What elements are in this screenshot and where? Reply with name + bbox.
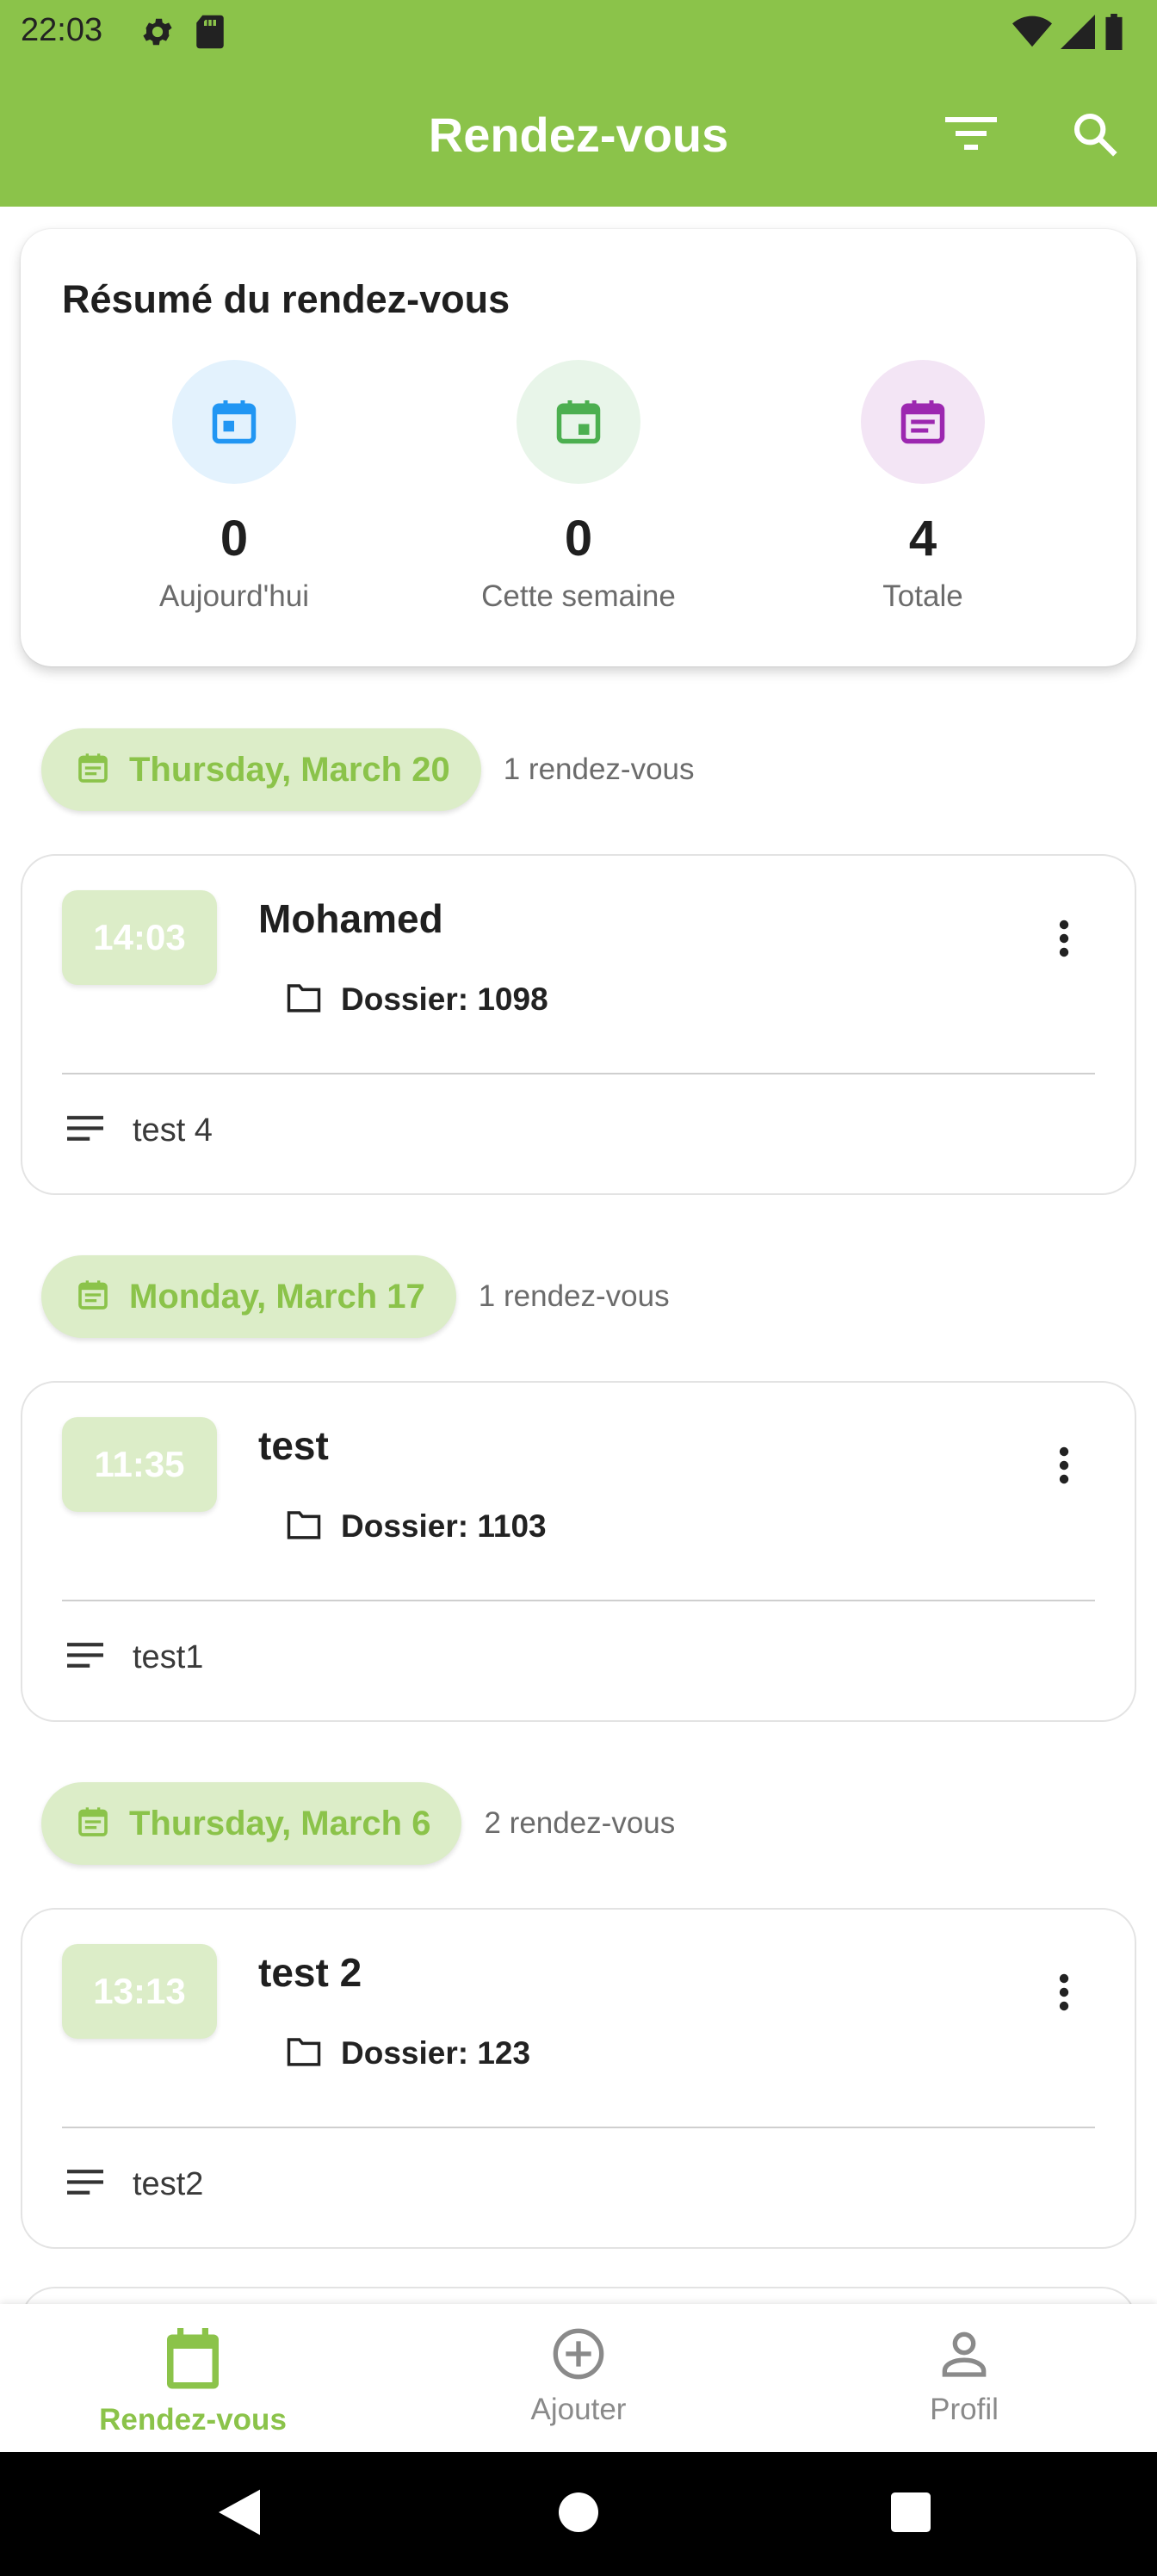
folder-icon bbox=[286, 982, 322, 1018]
date-header: Monday, March 17 1 rendez-vous bbox=[41, 1255, 670, 1338]
home-button[interactable] bbox=[546, 2481, 611, 2547]
system-navigation-bar bbox=[0, 2452, 1157, 2576]
summary-card: Résumé du rendez-vous 0 Aujourd'hui 0 Ce… bbox=[21, 229, 1136, 666]
battery-icon bbox=[1104, 14, 1124, 54]
add-circle-icon bbox=[551, 2326, 606, 2386]
dossier-row: Dossier: 1098 bbox=[286, 981, 548, 1018]
back-triangle-icon bbox=[219, 2489, 260, 2540]
recents-square-icon bbox=[891, 2492, 931, 2536]
person-icon bbox=[937, 2326, 992, 2386]
search-button[interactable] bbox=[1061, 102, 1129, 170]
patient-name: test bbox=[258, 1423, 329, 1468]
patient-name: Mohamed bbox=[258, 896, 443, 941]
more-options-button[interactable] bbox=[1047, 1960, 1081, 2028]
sd-card-icon bbox=[195, 14, 226, 54]
note-row: test 4 bbox=[67, 1112, 213, 1149]
more-vert-icon bbox=[1059, 920, 1069, 962]
status-time: 22:03 bbox=[21, 12, 103, 48]
patient-name: test 2 bbox=[258, 1950, 362, 1995]
stat-week-value: 0 bbox=[564, 511, 593, 567]
wifi-icon bbox=[1012, 15, 1052, 53]
time-badge: 14:03 bbox=[62, 890, 217, 985]
dossier-number: Dossier: 1098 bbox=[341, 981, 548, 1017]
appointment-count: 1 rendez-vous bbox=[478, 1279, 670, 1313]
date-chip: Monday, March 17 bbox=[41, 1255, 456, 1338]
appointment-card[interactable]: 11:35 test Dossier: 1103 test1 bbox=[21, 1381, 1136, 1722]
notes-icon bbox=[67, 2170, 103, 2200]
date-chip: Thursday, March 20 bbox=[41, 728, 481, 811]
back-button[interactable] bbox=[207, 2481, 272, 2547]
note-text: test1 bbox=[133, 1639, 204, 1675]
divider bbox=[62, 1600, 1095, 1601]
dossier-number: Dossier: 1103 bbox=[341, 1508, 547, 1544]
note-row: test2 bbox=[67, 2166, 203, 2203]
appointment-count: 2 rendez-vous bbox=[484, 1806, 676, 1840]
appointment-card[interactable]: 14:03 Mohamed Dossier: 1098 test 4 bbox=[21, 854, 1136, 1195]
calendar-total-icon bbox=[861, 360, 985, 484]
calendar-today-icon bbox=[172, 360, 296, 484]
event-note-icon bbox=[76, 1278, 110, 1316]
more-options-button[interactable] bbox=[1047, 1433, 1081, 1502]
dossier-row: Dossier: 123 bbox=[286, 2035, 530, 2071]
calendar-week-icon bbox=[517, 360, 640, 484]
event-note-icon bbox=[76, 751, 110, 790]
stat-today-label: Aujourd'hui bbox=[158, 579, 310, 613]
home-circle-icon bbox=[559, 2492, 598, 2536]
divider bbox=[62, 2127, 1095, 2128]
more-options-button[interactable] bbox=[1047, 906, 1081, 975]
nav-item-ajouter[interactable]: Ajouter bbox=[386, 2304, 771, 2452]
time-badge: 11:35 bbox=[62, 1417, 217, 1512]
nav-label: Profil bbox=[930, 2393, 999, 2426]
event-note-icon bbox=[76, 1805, 110, 1843]
date-label: Monday, March 17 bbox=[129, 1277, 425, 1316]
filter-icon bbox=[945, 115, 997, 158]
stat-total: 4 Totale bbox=[751, 360, 1095, 614]
folder-icon bbox=[286, 2036, 322, 2071]
date-label: Thursday, March 20 bbox=[129, 750, 450, 789]
signal-icon bbox=[1061, 15, 1095, 53]
appointment-count: 1 rendez-vous bbox=[503, 752, 695, 786]
appointment-card[interactable]: 13:13 test 2 Dossier: 123 test2 bbox=[21, 1908, 1136, 2249]
more-vert-icon bbox=[1059, 1973, 1069, 2016]
note-text: test2 bbox=[133, 2166, 204, 2202]
stat-today-value: 0 bbox=[220, 511, 249, 567]
stat-total-value: 4 bbox=[908, 511, 937, 567]
stat-week: 0 Cette semaine bbox=[406, 360, 751, 614]
date-header: Thursday, March 20 1 rendez-vous bbox=[41, 728, 695, 811]
note-row: test1 bbox=[67, 1639, 203, 1676]
stat-today: 0 Aujourd'hui bbox=[62, 360, 406, 614]
nav-item-rendez-vous[interactable]: Rendez-vous bbox=[0, 2304, 386, 2452]
stat-week-label: Cette semaine bbox=[481, 579, 676, 613]
dossier-number: Dossier: 123 bbox=[341, 2035, 531, 2071]
more-vert-icon bbox=[1059, 1446, 1069, 1489]
calendar-icon bbox=[162, 2326, 224, 2396]
note-text: test 4 bbox=[133, 1112, 213, 1149]
status-bar: 22:03 bbox=[0, 0, 1157, 65]
folder-icon bbox=[286, 1509, 322, 1545]
notes-icon bbox=[67, 1116, 103, 1146]
time-badge: 13:13 bbox=[62, 1944, 217, 2039]
nav-label: Ajouter bbox=[530, 2393, 627, 2426]
search-icon bbox=[1071, 110, 1119, 163]
summary-title: Résumé du rendez-vous bbox=[62, 277, 510, 321]
app-bar: Rendez-vous bbox=[0, 65, 1157, 207]
divider bbox=[62, 1073, 1095, 1074]
nav-label: Rendez-vous bbox=[99, 2403, 287, 2437]
notes-icon bbox=[67, 1643, 103, 1673]
dossier-row: Dossier: 1103 bbox=[286, 1508, 547, 1545]
recents-button[interactable] bbox=[878, 2481, 944, 2547]
date-header: Thursday, March 6 2 rendez-vous bbox=[41, 1782, 675, 1865]
date-label: Thursday, March 6 bbox=[129, 1804, 431, 1842]
date-chip: Thursday, March 6 bbox=[41, 1782, 462, 1865]
stat-total-label: Totale bbox=[882, 579, 963, 613]
settings-icon bbox=[139, 14, 176, 54]
nav-item-profil[interactable]: Profil bbox=[771, 2304, 1157, 2452]
bottom-navigation: Rendez-vous Ajouter Profil bbox=[0, 2304, 1157, 2452]
filter-button[interactable] bbox=[937, 102, 1005, 170]
